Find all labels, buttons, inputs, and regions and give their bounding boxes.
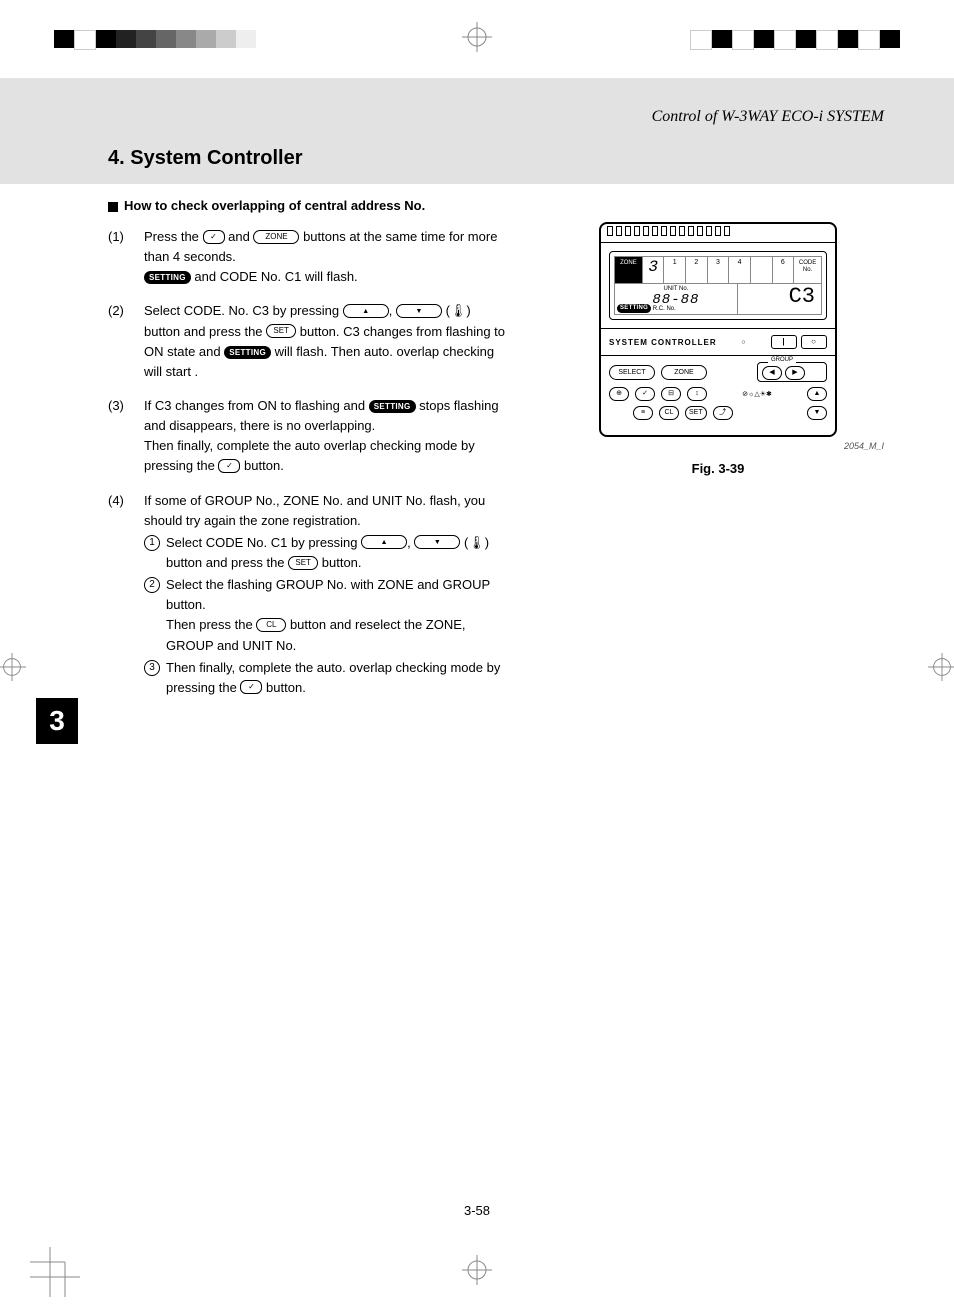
page-header: Control of W-3WAY ECO-i SYSTEM 4. System… [0,78,954,184]
square-bullet-icon [108,202,118,212]
display-code-segment: C3 [738,284,821,314]
check-button-icon: ✓ [203,230,225,244]
setting-badge-icon: SETTING [369,400,416,413]
running-head: Control of W-3WAY ECO-i SYSTEM [652,108,884,126]
step-2: (2) Select CODE. No. C3 by pressing , (🌡… [108,301,508,382]
temp-icon: 🌡 [468,535,485,550]
up-button-icon [361,535,407,549]
check-button-icon: ✓ [218,459,240,473]
set-button: SET [685,406,707,420]
display-cell: 2 [686,257,708,283]
check-button-icon: ✓ [240,680,262,694]
cl-button-icon: CL [256,618,286,632]
display-cell: 1 [664,257,686,283]
select-button: SELECT [609,365,655,380]
set-button-icon: SET [266,324,296,338]
step-4-sub-3: 3 Then finally, complete the auto. overl… [144,658,508,698]
power-off-button: ○ [801,335,827,349]
controller-vent-icon [601,224,835,243]
controller-display: ZONE 3 1 2 3 4 6 CODE No. UNIT No. 88-88 [609,251,827,320]
set-button-icon: SET [288,556,318,570]
cl-button: CL [659,406,679,420]
crop-mark-icon [462,1255,492,1288]
figure-caption: Fig. 3-39 [542,461,894,476]
down-button-icon [414,535,460,549]
down-button: ▼ [807,406,827,420]
timer-button-icon: ≡ [633,406,653,420]
icon-strip: ⊘☼△☀✱ [713,390,801,398]
up-button: ▲ [807,387,827,401]
power-led-icon: ○ [741,339,746,346]
group-button-frame: GROUP ◀ ▶ [757,362,827,382]
display-cell [751,257,773,283]
corner-crop-icon [30,1247,80,1300]
controller-diagram: ZONE 3 1 2 3 4 6 CODE No. UNIT No. 88-88 [599,222,837,437]
temp-icon: 🌡 [450,303,467,318]
display-unit-segment: UNIT No. 88-88 SETTING R.C. No. [615,284,738,314]
step-4-sub-1: 1 Select CODE No. C1 by pressing , (🌡) b… [144,533,508,573]
check-button-icon: ✓ [635,387,655,401]
vent-button-icon: ⤴ [713,406,733,420]
display-code-label: CODE No. [794,257,821,283]
zone-button: ZONE [661,365,707,380]
display-zone-label: ZONE [615,257,643,283]
display-cell: 4 [729,257,751,283]
circled-number-icon: 3 [144,660,160,676]
section-title: 4. System Controller [108,147,303,170]
chapter-tab: 3 [36,698,78,744]
setting-badge-icon: SETTING [144,271,191,284]
power-on-button: | [771,335,797,349]
controller-label-row: SYSTEM CONTROLLER ○ | ○ [601,331,835,353]
step-3: (3) If C3 changes from ON to flashing an… [108,396,508,477]
figure-column: ZONE 3 1 2 3 4 6 CODE No. UNIT No. 88-88 [542,198,894,712]
step-4: (4) If some of GROUP No., ZONE No. and U… [108,491,508,698]
step-4-sub-2: 2 Select the flashing GROUP No. with ZON… [144,575,508,656]
zone-button-icon: ZONE [253,230,299,244]
display-zone-cell: 3 [643,257,665,283]
setting-badge-icon: SETTING [224,346,271,359]
page-number: 3-58 [0,1203,954,1218]
fan-button-icon: ⊟ [661,387,681,401]
group-right-button: ▶ [785,366,805,380]
group-left-button: ◀ [762,366,782,380]
up-button-icon [343,304,389,318]
flap-button-icon: ↕ [687,387,707,401]
crop-mark-icon [462,22,492,52]
step-1: (1) Press the ✓ and ZONE buttons at the … [108,227,508,287]
figure-code: 2054_M_I [542,441,894,451]
circled-number-icon: 1 [144,535,160,551]
circled-number-icon: 2 [144,577,160,593]
registration-marks-right [690,30,900,48]
display-cell: 6 [773,257,795,283]
registration-marks-left [54,30,256,48]
mode-button-icon: ⊕ [609,387,629,401]
display-cell: 3 [708,257,730,283]
sub-heading: How to check overlapping of central addr… [108,198,508,213]
setting-badge-icon: SETTING [617,304,651,313]
instructions-column: How to check overlapping of central addr… [108,198,508,712]
down-button-icon [396,304,442,318]
